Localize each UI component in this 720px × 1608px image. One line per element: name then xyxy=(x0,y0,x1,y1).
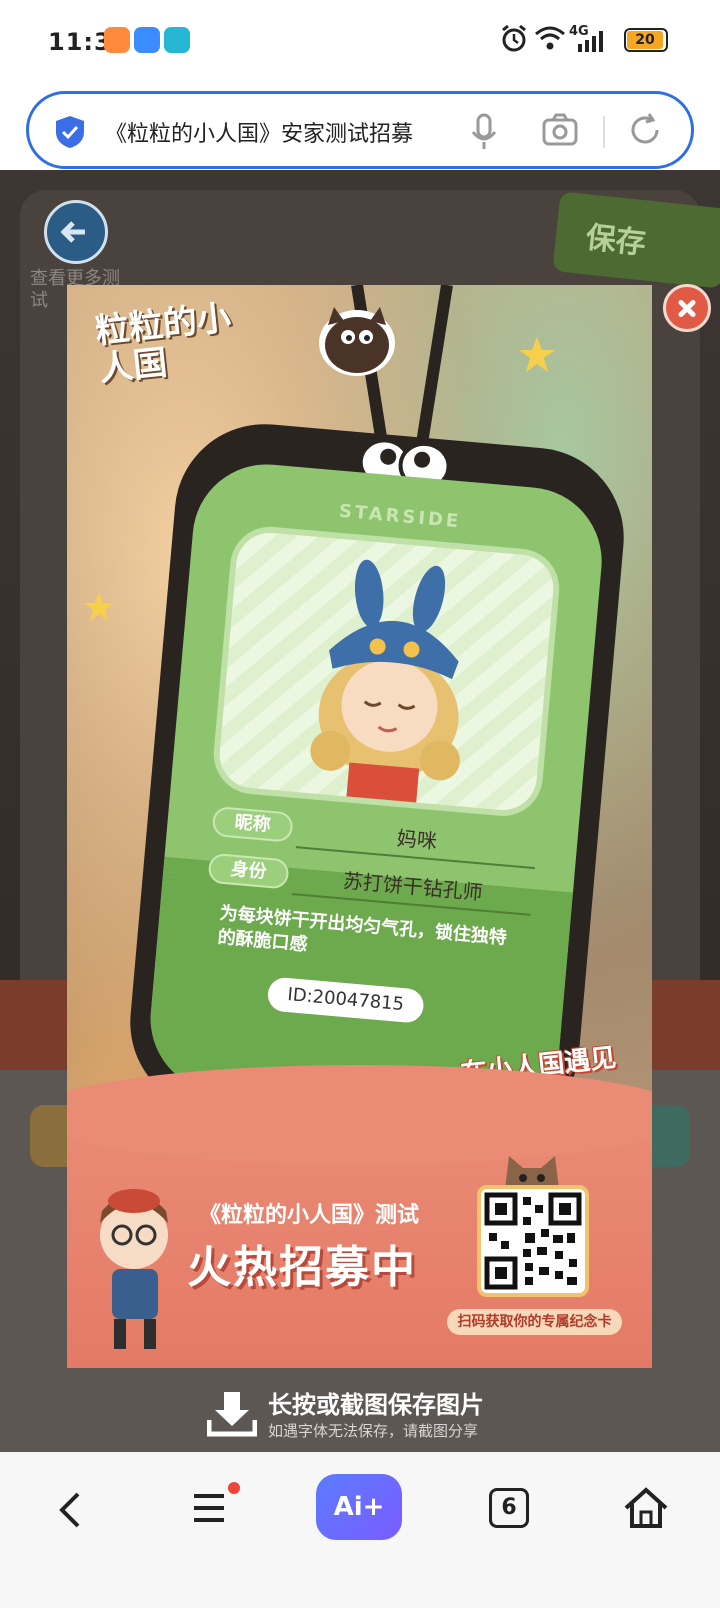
battery-icon: 20 xyxy=(624,28,668,52)
address-divider xyxy=(603,116,605,148)
save-hint-title: 长按或截图保存图片 xyxy=(268,1391,484,1419)
download-icon xyxy=(207,1392,257,1437)
app-notification-icon xyxy=(104,27,130,53)
message-notification-icon xyxy=(134,27,160,53)
close-button[interactable] xyxy=(663,284,711,332)
banner-title: 火热招募中 xyxy=(187,1242,417,1293)
address-input[interactable]: 《粒粒的小人国》安家测试招募 xyxy=(105,116,480,148)
signal-icon xyxy=(578,31,603,52)
cat-sticker-icon xyxy=(319,307,395,376)
menu-icon[interactable] xyxy=(192,1490,226,1526)
bottom-navigation: Ai+ 6 xyxy=(0,1452,720,1608)
qr-code[interactable] xyxy=(477,1185,589,1297)
reload-icon[interactable] xyxy=(627,112,663,148)
recruit-banner: 《粒粒的小人国》测试 火热招募中 扫码获取你的专属纪念卡 xyxy=(67,1065,652,1368)
character-figure-icon xyxy=(310,559,460,809)
home-icon[interactable] xyxy=(622,1486,670,1530)
qr-caption: 扫码获取你的专属纪念卡 xyxy=(447,1309,622,1335)
camera-icon[interactable] xyxy=(541,112,579,148)
back-icon[interactable] xyxy=(56,1490,86,1530)
microphone-icon[interactable] xyxy=(469,112,499,152)
back-arrow-icon xyxy=(44,200,108,264)
status-bar: 11:37 4G 20 xyxy=(0,0,720,82)
star-icon xyxy=(84,592,114,621)
alarm-icon xyxy=(502,24,526,52)
battery-percent: 20 xyxy=(635,32,655,48)
wifi-icon xyxy=(535,26,565,50)
poster-logo: 粒粒的小人国 xyxy=(93,297,233,390)
nickname-value: 妈咪 xyxy=(395,826,438,854)
character-card: STARSIDE 昵称 妈咪 身份 苏打饼干钻孔师 为每块饼干开出均匀气孔，锁住… xyxy=(122,416,632,1144)
qr-code-icon xyxy=(484,1192,582,1290)
character-mascot-icon xyxy=(100,1189,168,1349)
star-icon xyxy=(519,337,555,372)
cat-head-icon xyxy=(505,1156,559,1190)
shield-icon xyxy=(56,116,84,148)
ai-assistant-button[interactable]: Ai+ xyxy=(316,1474,402,1540)
save-hint-subtitle: 如遇字体无法保存，请截图分享 xyxy=(268,1422,479,1440)
character-photo xyxy=(210,523,563,820)
tabs-button[interactable]: 6 xyxy=(489,1488,529,1528)
card-inner: STARSIDE 昵称 妈咪 身份 苏打饼干钻孔师 为每块饼干开出均匀气孔，锁住… xyxy=(144,458,608,1122)
background-save-label: 保存 xyxy=(584,220,648,262)
poster-image[interactable]: 粒粒的小人国 STARSIDE 昵称 妈咪 身份 苏打饼干钻孔师 为每块饼干开出… xyxy=(67,285,652,1368)
nickname-label: 昵称 xyxy=(211,805,294,843)
banner-subtitle: 《粒粒的小人国》测试 xyxy=(199,1203,420,1228)
notification-dot xyxy=(228,1482,240,1494)
address-bar[interactable]: 《粒粒的小人国》安家测试招募 xyxy=(26,91,694,169)
book-notification-icon xyxy=(164,27,190,53)
